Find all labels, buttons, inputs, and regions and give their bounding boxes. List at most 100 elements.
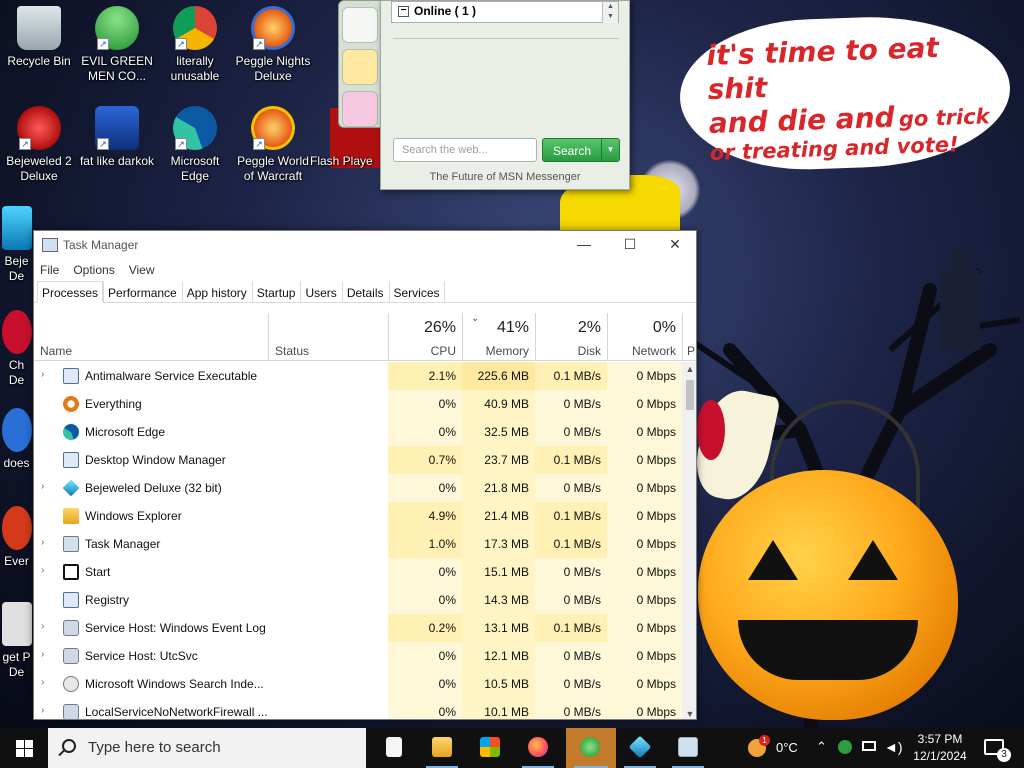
process-disk: 0.1 MB/s: [535, 446, 607, 474]
tab-performance[interactable]: Performance: [103, 281, 182, 302]
process-memory: 15.1 MB: [462, 558, 535, 586]
desktop-icon-peggle-nights[interactable]: ↗ Peggle Nights Deluxe: [234, 6, 312, 84]
process-row[interactable]: Microsoft Edge 0% 32.5 MB 0 MB/s 0 Mbps: [34, 418, 682, 446]
process-row[interactable]: › Antimalware Service Executable 2.1% 225.6…: [34, 362, 682, 390]
desktop-icon-chrome[interactable]: ↗ literally unusable: [156, 6, 234, 84]
web-search-button[interactable]: Search ▼: [542, 138, 620, 162]
tab-users[interactable]: Users: [300, 281, 341, 302]
gem-icon: [62, 479, 80, 497]
expand-chevron-icon[interactable]: ›: [41, 369, 44, 380]
contact-group-online[interactable]: − Online ( 1 ) ▲ ▼: [391, 1, 619, 23]
taskbar-app-bejeweled[interactable]: [616, 728, 664, 768]
notification-center-icon[interactable]: 3: [984, 739, 1011, 762]
desktop-icon-everything[interactable]: Ever: [0, 506, 33, 569]
process-list-scrollbar[interactable]: ▲ ▼: [682, 362, 696, 719]
weather-widget[interactable]: 1 0°C: [744, 728, 804, 768]
process-row[interactable]: › Start 0% 15.1 MB 0 MB/s 0 Mbps: [34, 558, 682, 586]
desktop-icon-recycle-bin[interactable]: Recycle Bin: [0, 6, 78, 69]
menu-file[interactable]: File: [40, 263, 59, 277]
expand-chevron-icon[interactable]: ›: [41, 481, 44, 492]
column-memory-label: Memory: [485, 344, 529, 358]
process-row[interactable]: Everything 0% 40.9 MB 0 MB/s 0 Mbps: [34, 390, 682, 418]
process-row[interactable]: › Service Host: Windows Event Log 0.2% 13.1…: [34, 614, 682, 642]
collapse-icon[interactable]: −: [398, 6, 409, 17]
scroll-up-icon[interactable]: ▲: [682, 364, 696, 374]
bell-icon[interactable]: [342, 49, 378, 85]
process-row[interactable]: › LocalServiceNoNetworkFirewall ... 0% 10.1…: [34, 698, 682, 719]
process-network: 0 Mbps: [607, 670, 682, 698]
desktop-icon-edge[interactable]: ↗ Microsoft Edge: [156, 106, 234, 184]
title-bar[interactable]: Task Manager — ☐ ✕: [34, 231, 696, 259]
process-network: 0 Mbps: [607, 502, 682, 530]
expand-chevron-icon[interactable]: ›: [41, 649, 44, 660]
taskbar-app-store[interactable]: [466, 728, 514, 768]
process-network: 0 Mbps: [607, 698, 682, 719]
column-memory[interactable]: ⌄ 41% Memory: [462, 313, 535, 361]
expand-chevron-icon[interactable]: ›: [41, 621, 44, 632]
expand-chevron-icon[interactable]: ›: [41, 537, 44, 548]
taskbar-app-messenger[interactable]: [566, 728, 616, 768]
task-manager-icon: [678, 737, 698, 757]
desktop-icon-fat-like-darkok[interactable]: ↗ fat like darkok: [78, 106, 156, 169]
process-row[interactable]: › Microsoft Windows Search Inde... 0% 10.5 …: [34, 670, 682, 698]
desktop-icon-bejeweled-2[interactable]: ↗ Bejeweled 2 Deluxe: [0, 106, 78, 184]
messenger-side-tab[interactable]: [342, 7, 378, 43]
column-name[interactable]: Name: [34, 313, 268, 361]
process-row[interactable]: Windows Explorer 4.9% 21.4 MB 0.1 MB/s 0 Mbp…: [34, 502, 682, 530]
contact-list-scrollbar[interactable]: ▲ ▼: [602, 2, 618, 23]
process-row[interactable]: Desktop Window Manager 0.7% 23.7 MB 0.1 MB/…: [34, 446, 682, 474]
taskbar-app-task-manager[interactable]: [664, 728, 712, 768]
chevron-down-icon[interactable]: ▼: [601, 139, 619, 161]
tab-processes[interactable]: Processes: [37, 281, 104, 303]
process-row[interactable]: › Service Host: UtcSvc 0% 12.1 MB 0 MB/s 0 Mb…: [34, 642, 682, 670]
process-list: › Antimalware Service Executable 2.1% 225.6…: [34, 362, 682, 719]
desktop-icon-label: Peggle Nights Deluxe: [235, 54, 311, 83]
column-network[interactable]: 0% Network: [607, 313, 682, 361]
process-name: Microsoft Edge: [85, 425, 166, 439]
web-search-input[interactable]: Search the web...: [393, 138, 537, 162]
msn-tray-icon[interactable]: [838, 728, 854, 768]
desktop-icon-bejeweled-deluxe[interactable]: Beje De: [0, 206, 33, 284]
desktop-icon-ch[interactable]: Ch De: [0, 310, 33, 388]
desktop-icon-label: EVIL GREEN MEN CO...: [81, 54, 153, 83]
system-clock[interactable]: 3:57 PM 12/1/2024: [904, 731, 976, 765]
start-button[interactable]: [0, 728, 48, 768]
process-row[interactable]: Registry 0% 14.3 MB 0 MB/s 0 Mbps: [34, 586, 682, 614]
network-icon[interactable]: [862, 728, 878, 768]
taskbar-app-file-explorer[interactable]: [418, 728, 466, 768]
menu-view[interactable]: View: [129, 263, 155, 277]
flowers-icon[interactable]: [342, 91, 378, 127]
column-status[interactable]: Status: [268, 313, 388, 361]
scrollbar-thumb[interactable]: [686, 380, 694, 410]
taskbar-app-notepad[interactable]: [370, 728, 418, 768]
desktop-icon-label: Ever: [4, 554, 29, 568]
tab-details[interactable]: Details: [341, 281, 389, 302]
column-cpu[interactable]: 26% CPU: [388, 313, 462, 361]
minimize-icon[interactable]: —: [561, 231, 607, 259]
desktop-icon-peggle-world[interactable]: ↗ Peggle World of Warcraft: [234, 106, 312, 184]
desktop-icon-evil-green-men[interactable]: ↗ EVIL GREEN MEN CO...: [78, 6, 156, 84]
column-disk[interactable]: 2% Disk: [535, 313, 607, 361]
tab-startup[interactable]: Startup: [251, 281, 301, 302]
process-disk: 0 MB/s: [535, 390, 607, 418]
close-icon[interactable]: ✕: [652, 231, 696, 259]
tab-app-history[interactable]: App history: [181, 281, 252, 302]
chevron-up-icon[interactable]: ⌃: [816, 739, 830, 768]
edge-icon: [63, 424, 79, 440]
taskbar-app-firefox[interactable]: [514, 728, 562, 768]
maximize-icon[interactable]: ☐: [607, 231, 653, 259]
taskbar-search-box[interactable]: Type here to search: [48, 728, 366, 768]
tab-services[interactable]: Services: [388, 281, 445, 302]
process-row[interactable]: › Task Manager 1.0% 17.3 MB 0.1 MB/s 0 Mbps: [34, 530, 682, 558]
column-power[interactable]: P: [682, 313, 696, 361]
desktop-icon-get-p[interactable]: get P De: [0, 602, 33, 680]
process-row[interactable]: › Bejeweled Deluxe (32 bit) 0% 21.8 MB 0 MB/…: [34, 474, 682, 502]
menu-options[interactable]: Options: [73, 263, 114, 277]
expand-chevron-icon[interactable]: ›: [41, 677, 44, 688]
volume-icon[interactable]: ◄): [884, 728, 903, 768]
desktop-icon-does[interactable]: does: [0, 408, 33, 471]
expand-chevron-icon[interactable]: ›: [41, 565, 44, 576]
desktop-icon-label: Recycle Bin: [7, 54, 71, 68]
scroll-down-icon[interactable]: ▼: [682, 709, 696, 719]
expand-chevron-icon[interactable]: ›: [41, 705, 44, 716]
